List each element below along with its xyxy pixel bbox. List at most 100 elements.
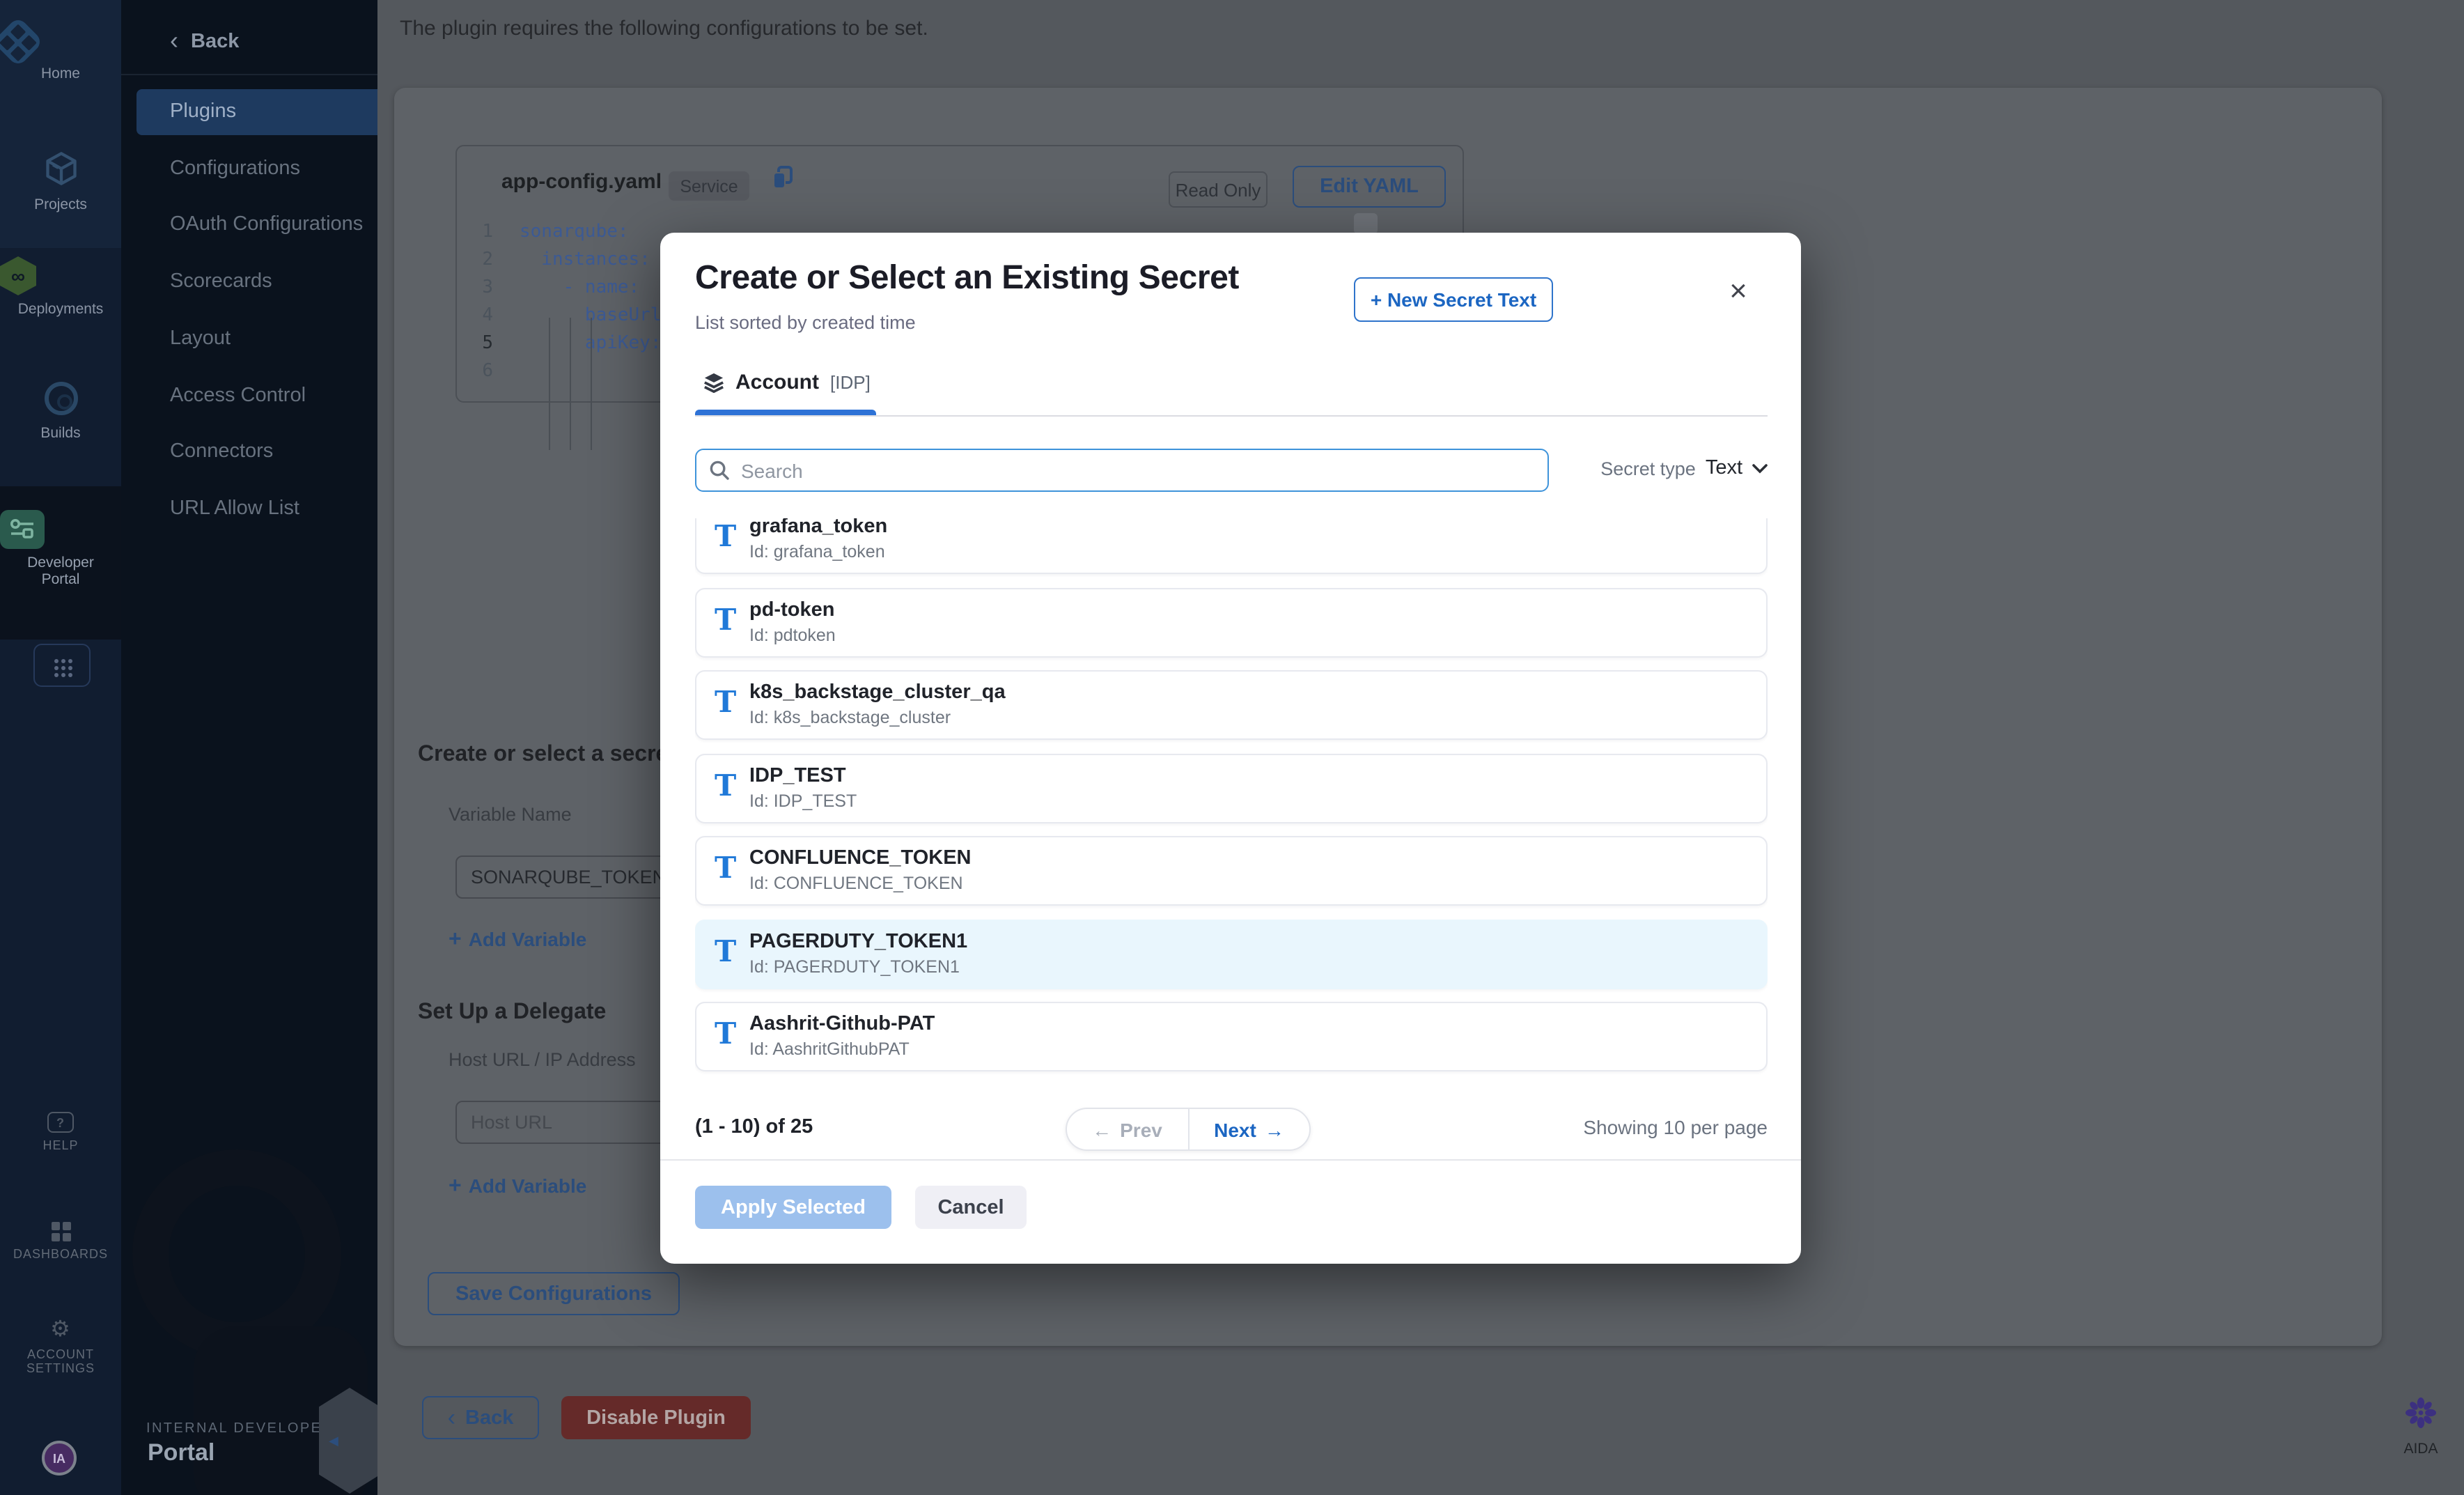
secret-id: Id: pdtoken bbox=[749, 626, 836, 645]
nav-footer-kicker: INTERNAL DEVELOPER bbox=[146, 1421, 334, 1436]
line-number: 1 bbox=[457, 219, 493, 247]
line-number: 2 bbox=[457, 247, 493, 274]
plus-icon: + bbox=[449, 1175, 462, 1198]
code-line: instances: bbox=[520, 247, 650, 274]
rail-label: Home bbox=[0, 65, 121, 82]
copy-icon[interactable] bbox=[772, 166, 794, 189]
list-item-selected[interactable]: T PAGERDUTY_TOKEN1 Id: PAGERDUTY_TOKEN1 bbox=[695, 920, 1768, 989]
rail-label: SETTINGS bbox=[0, 1361, 121, 1375]
add-variable-link[interactable]: +Add Variable bbox=[449, 1175, 586, 1200]
sidebar-item-deployments[interactable]: ∞ Deployments bbox=[0, 256, 121, 318]
disable-plugin-button[interactable]: Disable Plugin bbox=[561, 1396, 751, 1439]
sidebar-item-home[interactable]: Home bbox=[0, 24, 121, 82]
chevron-left-icon: ‹ bbox=[448, 1404, 455, 1432]
aida-label: AIDA bbox=[2390, 1441, 2451, 1457]
collapse-icon: ◀ bbox=[329, 1433, 338, 1448]
secret-name: grafana_token bbox=[749, 518, 887, 538]
sidebar-item-layout[interactable]: Layout bbox=[121, 316, 377, 362]
add-variable-link[interactable]: +Add Variable bbox=[449, 928, 586, 953]
close-icon[interactable]: × bbox=[1722, 274, 1755, 308]
nav-footer-title: Portal bbox=[148, 1439, 215, 1467]
dialog-subtitle: List sorted by created time bbox=[695, 312, 916, 333]
edit-yaml-button[interactable]: Edit YAML bbox=[1293, 166, 1446, 208]
intro-text: The plugin requires the following config… bbox=[400, 17, 928, 40]
secret-name: pd-token bbox=[749, 599, 834, 621]
next-page-button[interactable]: Next → bbox=[1189, 1109, 1309, 1149]
secret-id: Id: IDP_TEST bbox=[749, 791, 857, 811]
rail-label: DASHBOARDS bbox=[0, 1247, 121, 1261]
secret-id: Id: PAGERDUTY_TOKEN1 bbox=[749, 957, 960, 977]
secret-text-icon: T bbox=[715, 935, 736, 968]
dashboards-icon bbox=[51, 1222, 70, 1241]
tab-scope: [IDP] bbox=[830, 372, 871, 393]
secret-id: Id: CONFLUENCE_TOKEN bbox=[749, 874, 963, 893]
new-secret-text-button[interactable]: + New Secret Text bbox=[1354, 277, 1553, 322]
secret-text-icon: T bbox=[715, 851, 736, 885]
module-picker-button[interactable] bbox=[33, 644, 91, 687]
cube-icon bbox=[42, 150, 79, 187]
sidebar-item-url-allow-list[interactable]: URL Allow List bbox=[121, 486, 377, 532]
secret-type-value: Text bbox=[1706, 457, 1742, 479]
module-rail: Home Projects ∞ Deployments Builds bbox=[0, 0, 121, 1495]
secret-type-label: Secret type bbox=[1600, 458, 1696, 479]
sidebar-item-scorecards[interactable]: Scorecards bbox=[121, 259, 377, 305]
arrow-right-icon: → bbox=[1265, 1118, 1284, 1140]
rail-label: Developer bbox=[0, 555, 121, 571]
sidebar-item-access-control[interactable]: Access Control bbox=[121, 373, 377, 419]
avatar[interactable]: IA bbox=[42, 1441, 77, 1475]
editor-scrollbar[interactable] bbox=[1354, 213, 1378, 234]
list-item[interactable]: T IDP_TEST Id: IDP_TEST bbox=[695, 754, 1768, 823]
secret-picker-dialog: Create or Select an Existing Secret List… bbox=[660, 233, 1801, 1264]
sidebar-item-oauth-configurations[interactable]: OAuth Configurations bbox=[121, 202, 377, 248]
line-number: 5 bbox=[457, 330, 493, 358]
sidebar-item-configurations[interactable]: Configurations bbox=[121, 146, 377, 192]
gear-icon: ⚙ bbox=[50, 1318, 71, 1342]
save-configurations-button[interactable]: Save Configurations bbox=[428, 1272, 680, 1315]
arrow-left-icon: ← bbox=[1092, 1118, 1112, 1140]
nav-collapse-button[interactable]: ◀ bbox=[319, 1388, 377, 1494]
secret-text-icon: T bbox=[715, 603, 736, 637]
list-item[interactable]: T grafana_token Id: grafana_token bbox=[695, 518, 1768, 574]
prev-page-button[interactable]: ← Prev bbox=[1067, 1109, 1189, 1149]
footer-divider bbox=[660, 1159, 1801, 1161]
sidebar-item-dashboards[interactable]: DASHBOARDS bbox=[0, 1219, 121, 1261]
search-box bbox=[695, 449, 1549, 492]
divider bbox=[121, 74, 377, 75]
sidebar-item-projects[interactable]: Projects bbox=[0, 150, 121, 213]
sidebar-item-help[interactable]: ? HELP bbox=[0, 1112, 121, 1152]
rail-label: Builds bbox=[0, 425, 121, 442]
plugin-settings-nav: ‹Back Plugins Configurations OAuth Confi… bbox=[121, 0, 377, 1495]
tab-account-idp[interactable]: Account [IDP] bbox=[703, 371, 871, 394]
chevron-left-icon: ‹ bbox=[170, 26, 178, 54]
secret-id: Id: AashritGithubPAT bbox=[749, 1039, 910, 1059]
cancel-button[interactable]: Cancel bbox=[915, 1186, 1027, 1229]
chevron-down-icon bbox=[1752, 463, 1768, 473]
aida-assistant[interactable]: AIDA bbox=[2390, 1396, 2451, 1457]
secret-text-icon: T bbox=[715, 769, 736, 803]
back-button[interactable]: ‹Back bbox=[422, 1396, 539, 1439]
secret-type-dropdown[interactable]: Secret type Text bbox=[1600, 457, 1768, 479]
code-line: sonarqube: bbox=[520, 219, 629, 247]
list-item[interactable]: T pd-token Id: pdtoken bbox=[695, 588, 1768, 658]
file-name: app-config.yaml bbox=[501, 170, 662, 194]
rail-label: HELP bbox=[0, 1138, 121, 1152]
secret-text-icon: T bbox=[715, 520, 736, 553]
line-number: 4 bbox=[457, 302, 493, 330]
sidebar-item-connectors[interactable]: Connectors bbox=[121, 429, 377, 475]
plus-icon: + bbox=[449, 928, 462, 952]
apply-selected-button[interactable]: Apply Selected bbox=[695, 1186, 891, 1229]
list-item[interactable]: T CONFLUENCE_TOKEN Id: CONFLUENCE_TOKEN bbox=[695, 836, 1768, 906]
sidebar-item-builds[interactable]: Builds bbox=[0, 382, 121, 442]
host-url-label: Host URL / IP Address bbox=[449, 1049, 636, 1070]
home-icon bbox=[0, 16, 44, 68]
search-input[interactable] bbox=[738, 451, 1538, 490]
back-nav-button[interactable]: ‹Back bbox=[170, 25, 239, 54]
sidebar-item-developer-portal[interactable]: Developer Portal bbox=[0, 510, 121, 588]
read-only-button[interactable]: Read Only bbox=[1169, 171, 1268, 208]
list-item[interactable]: T k8s_backstage_cluster_qa Id: k8s_backs… bbox=[695, 670, 1768, 740]
sidebar-item-account-settings[interactable]: ⚙ ACCOUNT SETTINGS bbox=[0, 1319, 121, 1375]
line-number: 6 bbox=[457, 358, 493, 386]
tab-label: Account bbox=[735, 371, 819, 394]
sidebar-item-plugins[interactable]: Plugins bbox=[137, 89, 377, 135]
list-item[interactable]: T Aashrit-Github-PAT Id: AashritGithubPA… bbox=[695, 1002, 1768, 1071]
